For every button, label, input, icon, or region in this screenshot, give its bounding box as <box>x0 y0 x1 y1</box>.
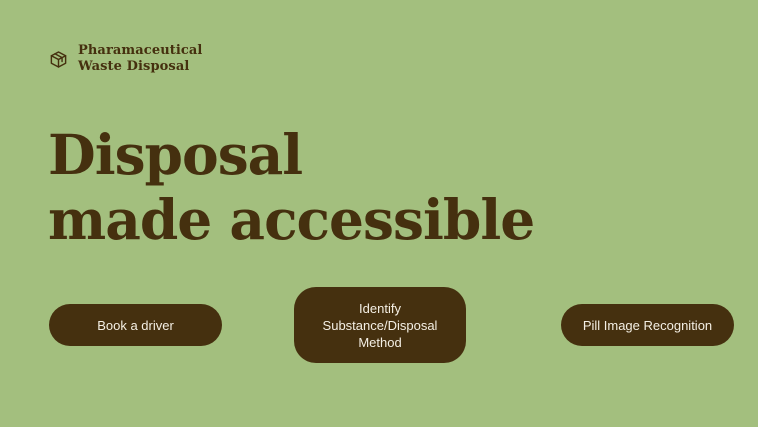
hero-headline: Disposal made accessible <box>48 122 535 252</box>
brand-name-line-2: Waste Disposal <box>78 59 190 74</box>
identify-substance-label: Identify Substance/Disposal Method <box>322 300 438 350</box>
book-driver-button[interactable]: Book a driver <box>49 304 222 346</box>
brand-name: Pharamaceutical Waste Disposal <box>78 43 202 75</box>
hero-headline-line-2: made accessible <box>48 187 535 252</box>
brand-name-line-1: Pharamaceutical <box>78 43 203 58</box>
pill-image-recognition-button[interactable]: Pill Image Recognition <box>561 304 734 346</box>
pill-image-recognition-label: Pill Image Recognition <box>582 317 713 333</box>
identify-substance-button[interactable]: Identify Substance/Disposal Method <box>294 287 466 363</box>
hero-headline-line-1: Disposal <box>48 122 303 187</box>
book-driver-label: Book a driver <box>97 317 174 333</box>
cube-icon <box>48 49 68 69</box>
brand-logo[interactable]: Pharamaceutical Waste Disposal <box>48 43 202 75</box>
